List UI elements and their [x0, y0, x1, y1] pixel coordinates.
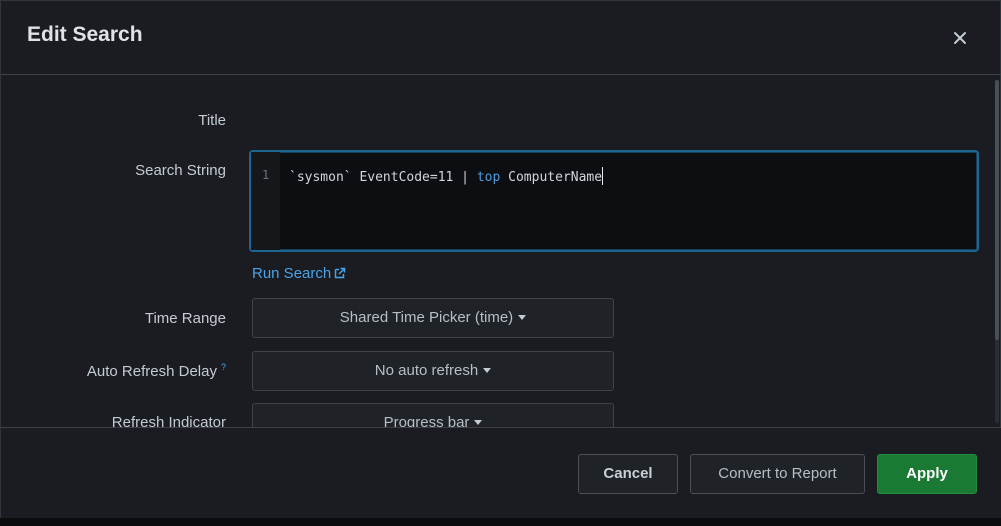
chevron-down-icon [518, 315, 527, 320]
line-number: 1 [262, 168, 270, 182]
time-range-label: Time Range [144, 310, 226, 327]
refresh-indicator-label: Refresh Indicator [111, 414, 226, 427]
text-caret [602, 167, 604, 185]
modal-footer: Cancel Convert to Report Apply [1, 427, 1001, 519]
modal-title: Edit Search [27, 23, 143, 46]
search-code[interactable]: `sysmon` EventCode=11 | top ComputerName [289, 167, 604, 185]
scrollbar-thumb[interactable] [995, 80, 999, 340]
time-range-value: Shared Time Picker (time) [339, 309, 514, 326]
external-link-icon [334, 267, 346, 279]
help-icon[interactable]: ? [221, 362, 226, 372]
auto-refresh-label: Auto Refresh Delay? [87, 362, 226, 380]
search-string-label: Search String [135, 162, 226, 179]
run-search-link[interactable]: Run Search [252, 265, 346, 282]
editor-gutter: 1 [251, 152, 280, 250]
code-keyword: top [476, 170, 501, 185]
chevron-down-icon [474, 420, 483, 425]
search-string-editor[interactable]: 1 `sysmon` EventCode=11 | top ComputerNa… [249, 150, 979, 252]
body-scrollbar[interactable] [995, 80, 999, 423]
auto-refresh-value: No auto refresh [374, 362, 479, 379]
cancel-button[interactable]: Cancel [578, 454, 678, 494]
auto-refresh-dropdown[interactable]: No auto refresh [252, 351, 614, 391]
run-search-label: Run Search [252, 265, 332, 282]
chevron-down-icon [483, 368, 492, 373]
convert-to-report-button[interactable]: Convert to Report [690, 454, 865, 494]
apply-button[interactable]: Apply [877, 454, 977, 494]
time-range-dropdown[interactable]: Shared Time Picker (time) [252, 298, 614, 338]
code-suffix: ComputerName [500, 170, 603, 185]
auto-refresh-label-text: Auto Refresh Delay [86, 363, 217, 380]
edit-search-modal: Edit Search Title Search String 1 `sysmo… [0, 0, 1001, 519]
close-icon [954, 32, 966, 44]
modal-header: Edit Search [1, 1, 1001, 75]
modal-body: Title Search String 1 `sysmon` EventCode… [1, 76, 1001, 427]
refresh-indicator-value: Progress bar [383, 414, 470, 427]
code-prefix: `sysmon` EventCode=11 | [289, 170, 477, 185]
backdrop-strip [0, 518, 1001, 526]
refresh-indicator-dropdown[interactable]: Progress bar [252, 403, 614, 427]
close-button[interactable] [947, 25, 973, 51]
title-label: Title [198, 112, 226, 129]
